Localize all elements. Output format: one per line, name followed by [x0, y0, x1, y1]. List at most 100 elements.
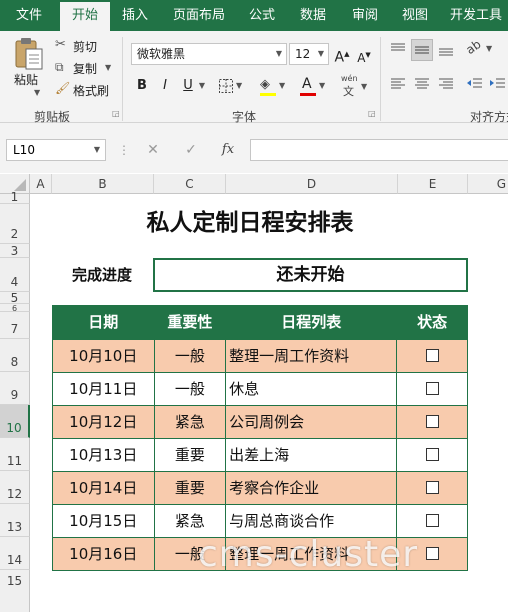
- task-cell[interactable]: 整理一周工作资料: [226, 340, 398, 372]
- row-header-6[interactable]: 6: [0, 304, 30, 313]
- align-bottom-button[interactable]: [437, 41, 457, 59]
- row-header-1[interactable]: 1: [0, 190, 30, 204]
- header-date[interactable]: 日期: [53, 306, 155, 339]
- task-cell[interactable]: 考察合作企业: [226, 472, 398, 504]
- column-header-c[interactable]: C: [154, 174, 226, 194]
- sheet-title[interactable]: 私人定制日程安排表: [30, 200, 470, 246]
- formula-input[interactable]: [250, 139, 508, 161]
- tab-review[interactable]: 审阅: [342, 0, 388, 31]
- underline-dropdown-icon[interactable]: ▼: [197, 76, 207, 96]
- tab-home[interactable]: 开始: [60, 2, 110, 31]
- task-cell[interactable]: 休息: [226, 373, 398, 405]
- align-middle-button[interactable]: [411, 39, 433, 61]
- bold-button[interactable]: B: [134, 76, 150, 96]
- align-right-button[interactable]: [437, 76, 457, 94]
- copy-button[interactable]: ⧉ 复制 ▼: [55, 60, 117, 76]
- checkbox-icon[interactable]: [425, 513, 439, 527]
- priority-cell[interactable]: 紧急: [155, 505, 227, 537]
- grow-font-button[interactable]: A▲: [333, 44, 351, 68]
- clipboard-launcher-icon[interactable]: ◲: [112, 109, 120, 118]
- tab-data[interactable]: 数据: [290, 0, 336, 31]
- priority-cell[interactable]: 紧急: [155, 406, 227, 438]
- date-cell[interactable]: 10月10日: [53, 340, 155, 372]
- date-cell[interactable]: 10月13日: [53, 439, 155, 471]
- status-cell[interactable]: [397, 439, 467, 471]
- name-box[interactable]: L10 ▼: [6, 139, 106, 161]
- paste-dropdown-icon[interactable]: ▼: [34, 88, 40, 97]
- row-header-4[interactable]: 4: [0, 258, 30, 292]
- tab-insert[interactable]: 插入: [112, 0, 158, 31]
- row-header-9[interactable]: 9: [0, 372, 30, 405]
- priority-cell[interactable]: 一般: [155, 373, 227, 405]
- priority-cell[interactable]: 一般: [155, 340, 227, 372]
- orientation-button[interactable]: ab ▼: [463, 37, 496, 60]
- cancel-icon[interactable]: ✕: [143, 140, 163, 160]
- date-cell[interactable]: 10月12日: [53, 406, 155, 438]
- font-size-dropdown[interactable]: 12 ▼: [289, 43, 329, 65]
- checkbox-icon[interactable]: [425, 447, 439, 461]
- status-cell[interactable]: [397, 373, 467, 405]
- header-task[interactable]: 日程列表: [226, 306, 398, 339]
- priority-cell[interactable]: 重要: [155, 472, 227, 504]
- row-header-12[interactable]: 12: [0, 471, 30, 504]
- checkbox-icon[interactable]: [425, 348, 439, 362]
- tab-file[interactable]: 文件: [0, 0, 58, 31]
- checkbox-icon[interactable]: [425, 414, 439, 428]
- paste-button[interactable]: [12, 37, 46, 73]
- status-cell[interactable]: [397, 340, 467, 372]
- date-cell[interactable]: 10月15日: [53, 505, 155, 537]
- row-header-8[interactable]: 8: [0, 339, 30, 372]
- row-header-11[interactable]: 11: [0, 438, 30, 471]
- row-header-14[interactable]: 14: [0, 537, 30, 570]
- column-header-b[interactable]: B: [52, 174, 154, 194]
- font-launcher-icon[interactable]: ◲: [368, 109, 376, 118]
- tab-formulas[interactable]: 公式: [240, 0, 284, 31]
- fill-color-button[interactable]: ◈ ▼: [260, 77, 290, 97]
- priority-cell[interactable]: 重要: [155, 439, 227, 471]
- shrink-font-button[interactable]: A▼: [355, 45, 373, 68]
- tab-developer[interactable]: 开发工具: [444, 0, 508, 31]
- date-cell[interactable]: 10月14日: [53, 472, 155, 504]
- row-header-10[interactable]: 10: [0, 405, 30, 438]
- align-top-button[interactable]: [389, 41, 409, 59]
- header-status[interactable]: 状态: [397, 306, 467, 339]
- row-header-13[interactable]: 13: [0, 504, 30, 537]
- underline-button[interactable]: U: [180, 76, 196, 96]
- font-color-button[interactable]: A ▼: [300, 76, 330, 98]
- borders-button[interactable]: ▼: [218, 78, 248, 96]
- decrease-indent-button[interactable]: [466, 76, 486, 94]
- date-cell[interactable]: 10月11日: [53, 373, 155, 405]
- row-header-2[interactable]: 2: [0, 204, 30, 244]
- paste-label[interactable]: 粘贴: [14, 71, 38, 88]
- cut-button[interactable]: ✂ 剪切: [55, 37, 115, 54]
- status-cell[interactable]: [397, 406, 467, 438]
- status-cell[interactable]: [397, 472, 467, 504]
- task-cell[interactable]: 与周总商谈合作: [226, 505, 398, 537]
- column-header-e[interactable]: E: [398, 174, 468, 194]
- status-cell[interactable]: [397, 505, 467, 537]
- row-header-15[interactable]: 15: [0, 570, 30, 612]
- checkbox-icon[interactable]: [425, 480, 439, 494]
- date-cell[interactable]: 10月16日: [53, 538, 155, 570]
- italic-button[interactable]: I: [157, 76, 173, 96]
- header-priority[interactable]: 重要性: [154, 306, 227, 339]
- align-left-button[interactable]: [389, 76, 409, 94]
- row-header-7[interactable]: 7: [0, 312, 30, 339]
- task-cell[interactable]: 公司周例会: [226, 406, 398, 438]
- checkbox-icon[interactable]: [425, 381, 439, 395]
- row-header-5[interactable]: 5: [0, 291, 30, 305]
- format-painter-button[interactable]: 🖌 格式刷: [55, 81, 117, 98]
- row-header-3[interactable]: 3: [0, 244, 30, 258]
- column-header-a[interactable]: A: [30, 174, 52, 194]
- increase-indent-button[interactable]: [489, 76, 508, 94]
- font-name-dropdown[interactable]: 微软雅黑 ▼: [131, 43, 287, 65]
- tab-view[interactable]: 视图: [394, 0, 436, 31]
- insert-function-button[interactable]: fx: [216, 140, 240, 160]
- column-header-d[interactable]: D: [226, 174, 398, 194]
- enter-check-icon[interactable]: ✓: [181, 140, 201, 160]
- progress-value-cell[interactable]: 还未开始: [153, 258, 468, 292]
- task-cell[interactable]: 出差上海: [226, 439, 398, 471]
- phonetic-guide-button[interactable]: wén 文 ▼: [340, 74, 370, 98]
- progress-label[interactable]: 完成进度: [52, 258, 152, 292]
- column-header-g[interactable]: G: [468, 174, 508, 194]
